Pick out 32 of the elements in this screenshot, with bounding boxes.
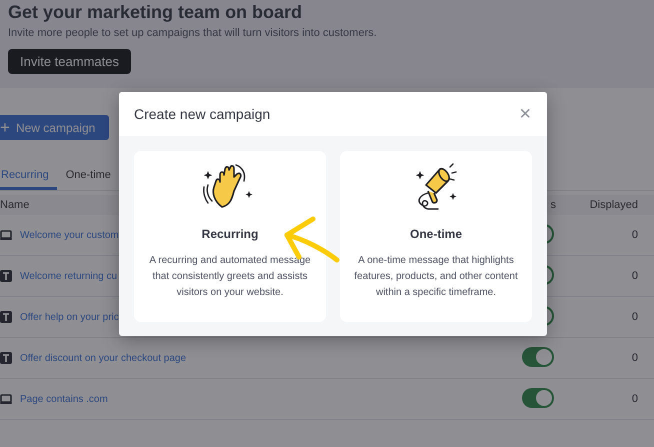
toggle-switch[interactable] xyxy=(522,346,554,366)
tab[interactable]: Recurring xyxy=(0,162,57,190)
card-description: A one-time message that highlights features, products, and other content within a specific timeframe. xyxy=(353,254,519,300)
column-header: Displayed xyxy=(590,199,638,211)
page-heading: Get your marketing team on board xyxy=(8,2,304,23)
displayed-count: 0 xyxy=(632,393,638,405)
monitor-icon xyxy=(0,230,12,240)
column-header: Name xyxy=(0,199,30,211)
displayed-count: 0 xyxy=(632,270,638,282)
campaign-link[interactable]: Welcome returning cu xyxy=(20,270,118,282)
campaign-link[interactable]: Page contains .com xyxy=(20,394,108,404)
plus-icon: + xyxy=(0,119,10,136)
close-button[interactable]: × xyxy=(517,102,533,126)
campaign-type-card[interactable]: Recurring A recurring and automated message that consistently greets and assists visitors on your website. xyxy=(134,151,326,322)
monitor-icon xyxy=(0,394,12,404)
modal-title: Create new campaign xyxy=(134,106,270,122)
displayed-count: 0 xyxy=(632,352,638,364)
invite-button[interactable]: Invite teammates xyxy=(8,49,131,74)
card-title: Recurring xyxy=(202,227,258,241)
tab[interactable]: One-time xyxy=(64,162,119,190)
toggle-switch[interactable] xyxy=(522,388,554,408)
campaign-link[interactable]: Offer discount on your checkout page xyxy=(20,352,186,364)
campaign-link[interactable]: Welcome your custom xyxy=(20,230,119,240)
column-header: s xyxy=(550,199,556,211)
page-subtitle: Invite more people to set up campaigns that will turn visitors into customers. xyxy=(8,27,377,39)
displayed-count: 0 xyxy=(632,311,638,323)
campaign-type-card[interactable]: One-time A one-time message that highlights features, products, and other content within a specific timeframe. xyxy=(340,151,532,322)
displayed-count: 0 xyxy=(632,229,638,241)
new-campaign-button[interactable]: + New campaign xyxy=(0,115,110,140)
card-description: A recurring and automated message that consistently greets and assists visitors on your website. xyxy=(148,254,312,300)
campaign-link[interactable]: Offer help on your pric xyxy=(20,312,119,322)
card-title: One-time xyxy=(410,227,462,241)
